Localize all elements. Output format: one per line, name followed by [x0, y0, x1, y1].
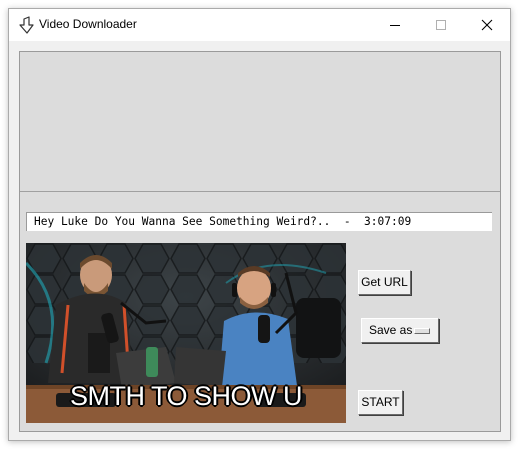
video-thumbnail: SMTH TO SHOW U [26, 243, 346, 423]
close-button[interactable] [464, 9, 510, 41]
minimize-icon [390, 25, 400, 26]
video-info-field[interactable]: Hey Luke Do You Wanna See Something Weir… [26, 212, 492, 231]
thumbnail-caption: SMTH TO SHOW U [69, 381, 303, 411]
menu-indicator-icon [414, 328, 430, 334]
maximize-icon [436, 20, 446, 30]
main-panel: Hey Luke Do You Wanna See Something Weir… [19, 51, 501, 432]
get-url-button[interactable]: Get URL [358, 270, 411, 295]
download-arrow-icon [19, 16, 35, 34]
maximize-button[interactable] [418, 9, 464, 41]
window-title: Video Downloader [39, 17, 137, 31]
close-icon [481, 19, 493, 31]
minimize-button[interactable] [372, 9, 418, 41]
save-as-button[interactable]: Save as [361, 318, 439, 343]
start-button[interactable]: START [358, 390, 403, 415]
title-bar[interactable]: Video Downloader [9, 9, 510, 41]
save-as-label: Save as [369, 323, 413, 337]
app-window: Video Downloader Hey Luke Do You Wanna S… [8, 8, 511, 441]
top-empty-panel [20, 52, 500, 192]
